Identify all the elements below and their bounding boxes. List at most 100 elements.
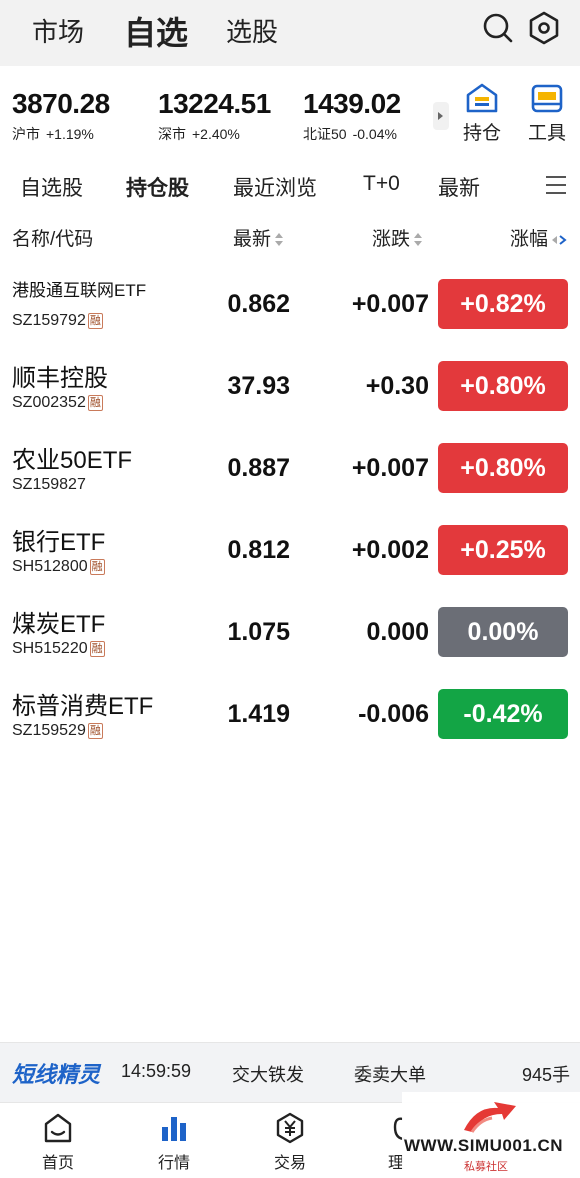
ticker-event: 委卖大单 [354,1065,426,1085]
subtab-my-stocks[interactable]: 自选股 [20,172,83,202]
ticker-stock: 交大铁发 [232,1065,304,1085]
subtab-t0[interactable]: T+0 [363,172,400,196]
subtab-holdings[interactable]: 持仓股 [126,172,189,202]
table-row[interactable]: 港股通互联网ETF SZ159792 融 0.862 +0.007 +0.82% [0,264,580,346]
index-value: 13224.51 [158,88,271,119]
security-code: SZ159529 [12,722,86,739]
pct-change-badge[interactable]: 0.00% [438,607,568,657]
top-nav: 市场 自选 选股 [0,0,580,66]
hexagon-settings-icon[interactable] [526,10,562,46]
latest-price: 0.812 [227,536,290,564]
nav-label: 首页 [41,1155,74,1172]
latest-price: 0.862 [227,290,290,318]
home-icon [44,1113,72,1143]
security-code: SH512800 [12,558,88,575]
nav-label: 交易 [273,1155,306,1172]
tools-button[interactable]: 工具 [519,82,575,145]
ticker-logo: 短线精灵 [12,1062,101,1087]
watermark: WWW.SIMU001.CN 私募社区 [402,1092,580,1178]
col-header-price-label: 最新 [233,229,272,250]
sort-icon [275,232,284,247]
security-name: 顺丰控股 [12,365,108,392]
watermark-logo-icon [464,1102,516,1133]
menu-icon[interactable] [546,176,566,194]
security-code: SZ002352 [12,394,86,411]
table-row[interactable]: 标普消费ETF SZ159529 融 1.419 -0.006 -0.42% [0,674,580,756]
col-header-price[interactable]: 最新 [233,224,284,251]
sort-icon [414,232,423,247]
pct-change-badge[interactable]: +0.80% [438,443,568,493]
index-name: 北证50 [303,126,347,142]
pct-change-badge[interactable]: +0.82% [438,279,568,329]
tool-label: 工具 [527,123,566,144]
security-code: SH515220 [12,640,88,657]
bar-chart-icon [162,1117,186,1141]
holding-tool-button[interactable]: 持仓 [454,82,510,145]
sort-switch-icon [552,235,567,245]
latest-price: 0.887 [227,454,290,482]
search-icon[interactable] [480,10,516,46]
toolbox-icon [531,84,563,113]
security-code: SZ159827 [12,476,86,493]
nav-label: 行情 [157,1155,190,1172]
col-header-pct[interactable]: 涨幅 [510,224,567,251]
security-name: 煤炭ETF [12,611,106,638]
col-header-pct-label: 涨幅 [510,229,549,250]
index-shanghai[interactable]: 3870.28 沪市 +1.19% [12,88,110,144]
house-holding-icon [466,83,498,113]
watermark-text: WWW.SIMU001.CN [404,1136,564,1155]
latest-price: 37.93 [227,372,290,400]
index-change: -0.04% [352,126,397,142]
price-change: -0.006 [358,700,429,728]
pct-change-badge[interactable]: +0.80% [438,361,568,411]
table-row[interactable]: 顺丰控股 SZ002352 融 37.93 +0.30 +0.80% [0,346,580,428]
nav-trade[interactable]: 交易 [260,1111,320,1173]
col-header-name: 名称/代码 [12,229,94,250]
margin-badge: 融 [87,722,103,739]
price-change: +0.30 [365,372,429,400]
margin-badge: 融 [87,312,103,329]
table-row[interactable]: 农业50ETF SZ159827 0.887 +0.007 +0.80% [0,428,580,510]
tab-watchlist[interactable]: 自选 [124,8,188,54]
index-shenzhen[interactable]: 13224.51 深市 +2.40% [158,88,271,144]
index-bse50[interactable]: 1439.02 北证50 -0.04% [303,88,401,144]
price-change: +0.007 [351,290,429,318]
index-name: 深市 [158,126,186,142]
index-name: 沪市 [12,126,40,142]
price-change: 0.000 [366,618,429,646]
margin-badge: 融 [89,640,105,657]
ticker-volume: 945手 [522,1065,571,1085]
security-code: SZ159792 [12,312,86,329]
index-change: +1.19% [46,126,94,142]
index-scroll-arrow-icon[interactable] [433,102,449,130]
watermark-subtext: 私募社区 [464,1161,508,1173]
tab-stock-picker[interactable]: 选股 [226,12,278,49]
price-change: +0.007 [351,454,429,482]
security-name: 港股通互联网ETF [12,281,147,300]
security-name: 银行ETF [12,529,106,556]
latest-price: 1.075 [227,618,290,646]
security-name: 标普消费ETF [12,693,154,720]
col-header-change-label: 涨跌 [372,229,411,250]
index-value: 1439.02 [303,88,401,119]
table-row[interactable]: 煤炭ETF SH515220 融 1.075 0.000 0.00% [0,592,580,674]
subtab-latest[interactable]: 最新 [438,172,480,202]
pct-change-badge[interactable]: +0.25% [438,525,568,575]
index-change: +2.40% [192,126,240,142]
security-name: 农业50ETF [12,447,133,474]
tab-market[interactable]: 市场 [32,12,84,49]
index-value: 3870.28 [12,88,110,119]
table-row[interactable]: 银行ETF SH512800 融 0.812 +0.002 +0.25% [0,510,580,592]
pct-change-badge[interactable]: -0.42% [438,689,568,739]
tool-label: 持仓 [462,123,501,144]
price-change: +0.002 [351,536,429,564]
subtab-recent[interactable]: 最近浏览 [233,172,317,202]
margin-badge: 融 [87,394,103,411]
yuan-shield-icon [276,1112,304,1144]
nav-quotes[interactable]: 行情 [144,1111,204,1173]
margin-badge: 融 [89,558,105,575]
nav-home[interactable]: 首页 [28,1111,88,1173]
ticker-time: 14:59:59 [121,1061,192,1081]
col-header-change[interactable]: 涨跌 [372,224,423,251]
latest-price: 1.419 [227,700,290,728]
